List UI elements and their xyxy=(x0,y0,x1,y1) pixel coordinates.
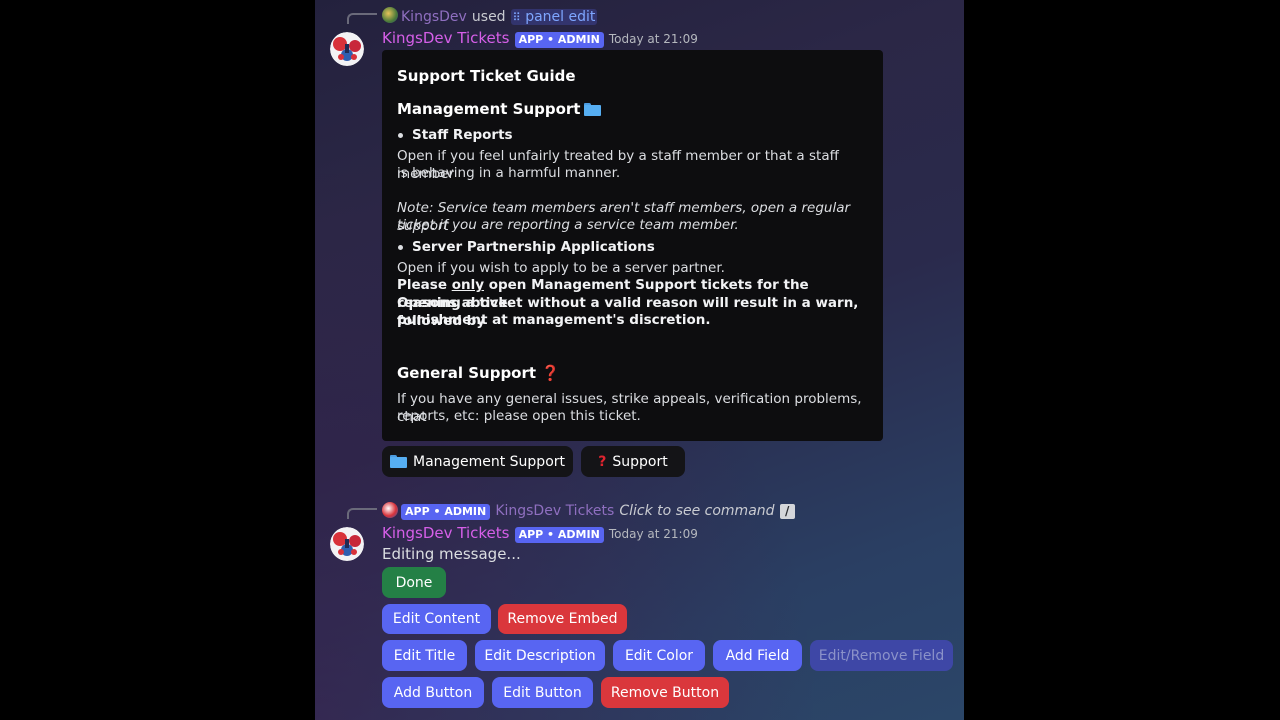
add-button-button[interactable]: Add Button xyxy=(382,677,484,708)
app-admin-badge: APP • ADMIN xyxy=(514,527,604,543)
general-heading: General Support ❓ xyxy=(397,364,560,382)
support-button[interactable]: ? Support xyxy=(581,446,685,477)
slash-command-icon: / xyxy=(779,504,795,519)
folder-icon xyxy=(584,102,602,116)
edit-title-button[interactable]: Edit Title xyxy=(382,640,467,671)
app-admin-badge: APP • ADMIN xyxy=(514,32,604,48)
author-name[interactable]: KingsDev Tickets xyxy=(382,29,509,47)
kingsdev-avatar-small[interactable] xyxy=(382,7,398,23)
author-name[interactable]: KingsDev Tickets xyxy=(382,524,509,542)
reply-header-2: APP • ADMIN KingsDev Tickets Click to se… xyxy=(401,500,795,520)
reply-header-1: KingsDev used ⠿ panel edit xyxy=(401,6,598,25)
general-description-line-2: reports, etc: please open this ticket. xyxy=(397,408,641,424)
editing-status: Editing message... xyxy=(382,545,521,563)
remove-button-button[interactable]: Remove Button xyxy=(601,677,729,708)
edit-remove-field-button[interactable]: Edit/Remove Field xyxy=(810,640,953,671)
general-heading-text: General Support xyxy=(397,364,537,382)
management-support-label: Management Support xyxy=(412,453,566,470)
slash-command-mention[interactable]: ⠿ panel edit xyxy=(510,9,598,25)
see-command-hint[interactable]: Click to see command xyxy=(619,503,774,519)
folder-icon xyxy=(389,455,407,468)
bullet-dot xyxy=(398,245,403,250)
warning-prefix: Please xyxy=(397,277,452,293)
edit-color-button[interactable]: Edit Color xyxy=(613,640,705,671)
done-button[interactable]: Done xyxy=(382,567,446,598)
command-name: panel edit xyxy=(525,9,596,25)
reply-connector xyxy=(347,508,377,519)
management-heading: Management Support xyxy=(397,100,607,118)
management-heading-text: Management Support xyxy=(397,100,581,118)
embed-title: Support Ticket Guide xyxy=(397,67,576,85)
message-header-2: KingsDev Tickets APP • ADMIN Today at 21… xyxy=(382,523,698,543)
bullet-dot xyxy=(398,133,403,138)
warning-line-3: punishment at management's discretion. xyxy=(397,312,711,328)
support-label: Support xyxy=(612,453,668,470)
bullet-staff-reports: Staff Reports xyxy=(412,127,513,143)
timestamp[interactable]: Today at 21:09 xyxy=(609,527,698,541)
edit-button-button[interactable]: Edit Button xyxy=(492,677,593,708)
partner-description: Open if you wish to apply to be a server… xyxy=(397,260,725,276)
bot-avatar-small[interactable] xyxy=(382,502,398,518)
note-line-2: ticket if you are reporting a service te… xyxy=(397,217,739,233)
staff-description-line-2: is behaving in a harmful manner. xyxy=(397,165,621,181)
support-guide-embed: Support Ticket Guide Management Support … xyxy=(382,50,883,441)
slash-command-icon: ⠿ xyxy=(512,11,521,24)
app-admin-badge: APP • ADMIN xyxy=(401,504,491,520)
bot-avatar[interactable] xyxy=(330,32,364,66)
edit-content-button[interactable]: Edit Content xyxy=(382,604,491,634)
timestamp[interactable]: Today at 21:09 xyxy=(609,32,698,46)
management-support-button[interactable]: Management Support xyxy=(382,446,573,477)
edit-description-button[interactable]: Edit Description xyxy=(475,640,605,671)
bot-avatar[interactable] xyxy=(330,527,364,561)
add-field-button[interactable]: Add Field xyxy=(713,640,802,671)
reply-connector xyxy=(347,13,377,24)
reply-used-text: used xyxy=(471,9,506,25)
message-header-1: KingsDev Tickets APP • ADMIN Today at 21… xyxy=(382,28,698,48)
warning-only: only xyxy=(451,277,485,293)
reply-username[interactable]: KingsDev xyxy=(401,9,467,25)
bullet-partnership: Server Partnership Applications xyxy=(412,239,655,255)
question-mark-icon: ? xyxy=(598,453,607,470)
reply-username[interactable]: KingsDev Tickets xyxy=(495,503,614,519)
question-mark-icon: ❓ xyxy=(541,364,560,382)
remove-embed-button[interactable]: Remove Embed xyxy=(498,604,627,634)
